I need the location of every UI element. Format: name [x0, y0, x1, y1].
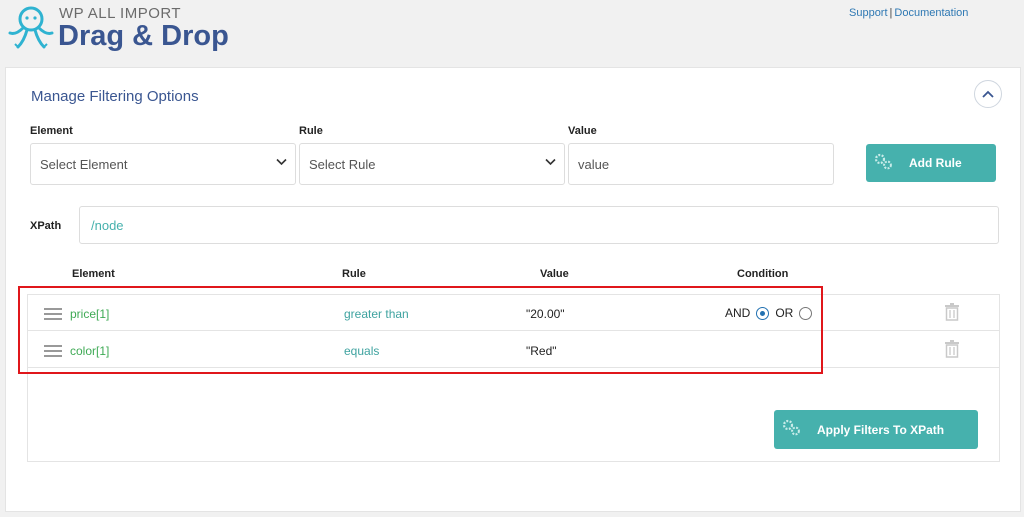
- octopus-logo-icon: [8, 6, 54, 49]
- value-label: Value: [568, 125, 597, 137]
- row-rule: greater than: [344, 307, 409, 321]
- documentation-link[interactable]: Documentation: [894, 7, 968, 19]
- condition-or-label: OR: [775, 306, 794, 320]
- condition-or-radio[interactable]: [799, 306, 813, 320]
- support-link[interactable]: Support: [849, 7, 888, 19]
- row-element: price[1]: [70, 307, 110, 321]
- rules-list: price[1] greater than "20.00" AND OR col…: [27, 294, 1000, 462]
- row-rule: equals: [344, 344, 380, 358]
- apply-filters-button[interactable]: Apply Filters To XPath: [774, 410, 978, 449]
- top-links: Support | Documentation: [849, 7, 968, 19]
- drag-handle-icon[interactable]: [44, 345, 62, 357]
- chevron-down-icon: [276, 158, 287, 166]
- gears-icon: [782, 419, 800, 436]
- condition-and-label: AND: [725, 306, 751, 320]
- row-value: "20.00": [526, 307, 565, 321]
- header: WP ALL IMPORT Drag & Drop Support | Docume…: [0, 0, 1024, 66]
- xpath-value: /node: [91, 217, 124, 233]
- condition-group: AND OR: [725, 306, 818, 320]
- value-input[interactable]: value: [568, 143, 834, 185]
- filtering-panel: Manage Filtering Options Element Rule Va…: [5, 67, 1021, 512]
- panel-title: Manage Filtering Options: [31, 88, 199, 105]
- value-input-placeholder: value: [578, 156, 610, 172]
- rule-select-value: Select Rule: [309, 156, 376, 172]
- table-row: price[1] greater than "20.00" AND OR: [28, 295, 999, 331]
- xpath-input[interactable]: /node: [79, 206, 999, 244]
- element-select[interactable]: Select Element: [30, 143, 296, 185]
- table-row: color[1] equals "Red": [28, 332, 999, 368]
- column-header-rule: Rule: [342, 268, 366, 280]
- element-label: Element: [30, 125, 73, 137]
- drag-handle-icon[interactable]: [44, 308, 62, 320]
- chevron-down-icon: [545, 158, 556, 166]
- gears-icon: [874, 153, 892, 170]
- apply-filters-label: Apply Filters To XPath: [817, 422, 945, 437]
- xpath-label: XPath: [30, 220, 62, 232]
- rule-select[interactable]: Select Rule: [299, 143, 565, 185]
- column-header-condition: Condition: [737, 268, 789, 280]
- condition-and-radio[interactable]: [756, 306, 770, 320]
- rule-label: Rule: [299, 125, 323, 137]
- row-value: "Red": [526, 344, 557, 358]
- trash-icon[interactable]: [944, 303, 960, 321]
- add-rule-button[interactable]: Add Rule: [866, 144, 996, 182]
- add-rule-label: Add Rule: [909, 156, 962, 170]
- chevron-up-icon: [982, 90, 994, 98]
- column-header-value: Value: [540, 268, 569, 280]
- element-select-value: Select Element: [40, 156, 128, 172]
- link-separator: |: [889, 7, 893, 19]
- row-element: color[1]: [70, 344, 110, 358]
- trash-icon[interactable]: [944, 340, 960, 358]
- column-header-element: Element: [72, 268, 115, 280]
- collapse-button[interactable]: [974, 80, 1002, 108]
- logo-title: Drag & Drop: [58, 20, 229, 52]
